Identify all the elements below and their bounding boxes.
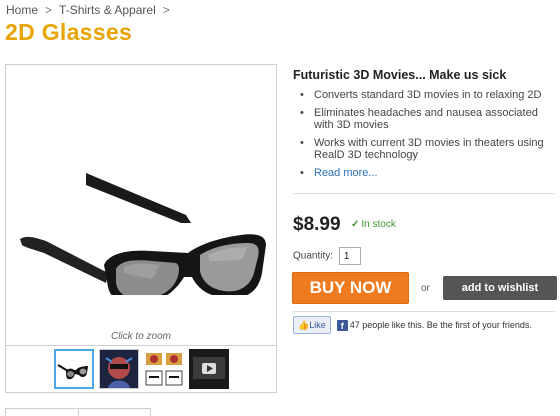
divider (293, 193, 555, 194)
product-info: Futuristic 3D Movies... Make us sick Con… (293, 68, 555, 184)
product-tagline: Futuristic 3D Movies... Make us sick (293, 68, 507, 82)
thumbnail-person[interactable] (99, 349, 139, 389)
click-to-zoom-caption: Click to zoom (110, 331, 171, 342)
tab-divider (78, 409, 79, 416)
thumbnail-packaging[interactable] (144, 349, 184, 389)
feature-item: Eliminates headaches and nausea associat… (293, 107, 555, 132)
divider (293, 311, 555, 312)
feature-item: Read more... (293, 167, 555, 180)
product-image-gallery[interactable]: Click to zoom (5, 64, 277, 346)
video-play-icon (189, 349, 229, 389)
price-row: $8.99 ✓ In stock (293, 214, 396, 236)
glasses-icon (56, 351, 92, 387)
quantity-row: Quantity: 1 (293, 247, 361, 265)
facebook-like-bar: 👍Like f 47 people like this. Be the first … (293, 316, 532, 334)
quantity-input[interactable]: 1 (338, 247, 361, 265)
product-image-glasses[interactable] (16, 155, 266, 295)
thumbnail-glasses[interactable] (54, 349, 94, 389)
feature-list: Converts standard 3D movies in to relaxi… (293, 89, 555, 179)
breadcrumb-separator: > (45, 3, 53, 17)
stock-status: ✓ In stock (351, 219, 396, 230)
stock-label: In stock (361, 219, 396, 230)
feature-item: Works with current 3D movies in theaters… (293, 137, 555, 162)
quantity-label: Quantity: (293, 250, 334, 262)
check-icon: ✓ (351, 219, 360, 230)
breadcrumb: Home > T-Shirts & Apparel > (6, 3, 177, 17)
or-label: or (421, 283, 430, 294)
facebook-icon: f (336, 319, 348, 331)
packaging-icon (144, 349, 184, 389)
thumbnail-video[interactable] (189, 349, 229, 389)
buy-now-button[interactable]: BUY NOW (292, 272, 409, 304)
facebook-like-button[interactable]: 👍Like (293, 316, 331, 334)
person-photo-icon (100, 350, 138, 388)
breadcrumb-separator: > (162, 3, 170, 17)
breadcrumb-home-link[interactable]: Home (6, 3, 38, 17)
product-price: $8.99 (293, 214, 341, 235)
read-more-link[interactable]: Read more... (314, 167, 378, 179)
product-tabs (5, 408, 151, 416)
page-title: 2D Glasses (5, 19, 133, 45)
thumbnail-strip (5, 345, 277, 393)
thumbs-up-icon: 👍 (298, 320, 310, 330)
breadcrumb-category-link[interactable]: T-Shirts & Apparel (59, 3, 156, 17)
feature-item: Converts standard 3D movies in to relaxi… (293, 89, 555, 102)
add-to-wishlist-button[interactable]: add to wishlist (443, 276, 557, 300)
like-count-text: 47 people like this. Be the first of you… (349, 320, 532, 330)
like-button-label: Like (309, 320, 326, 330)
